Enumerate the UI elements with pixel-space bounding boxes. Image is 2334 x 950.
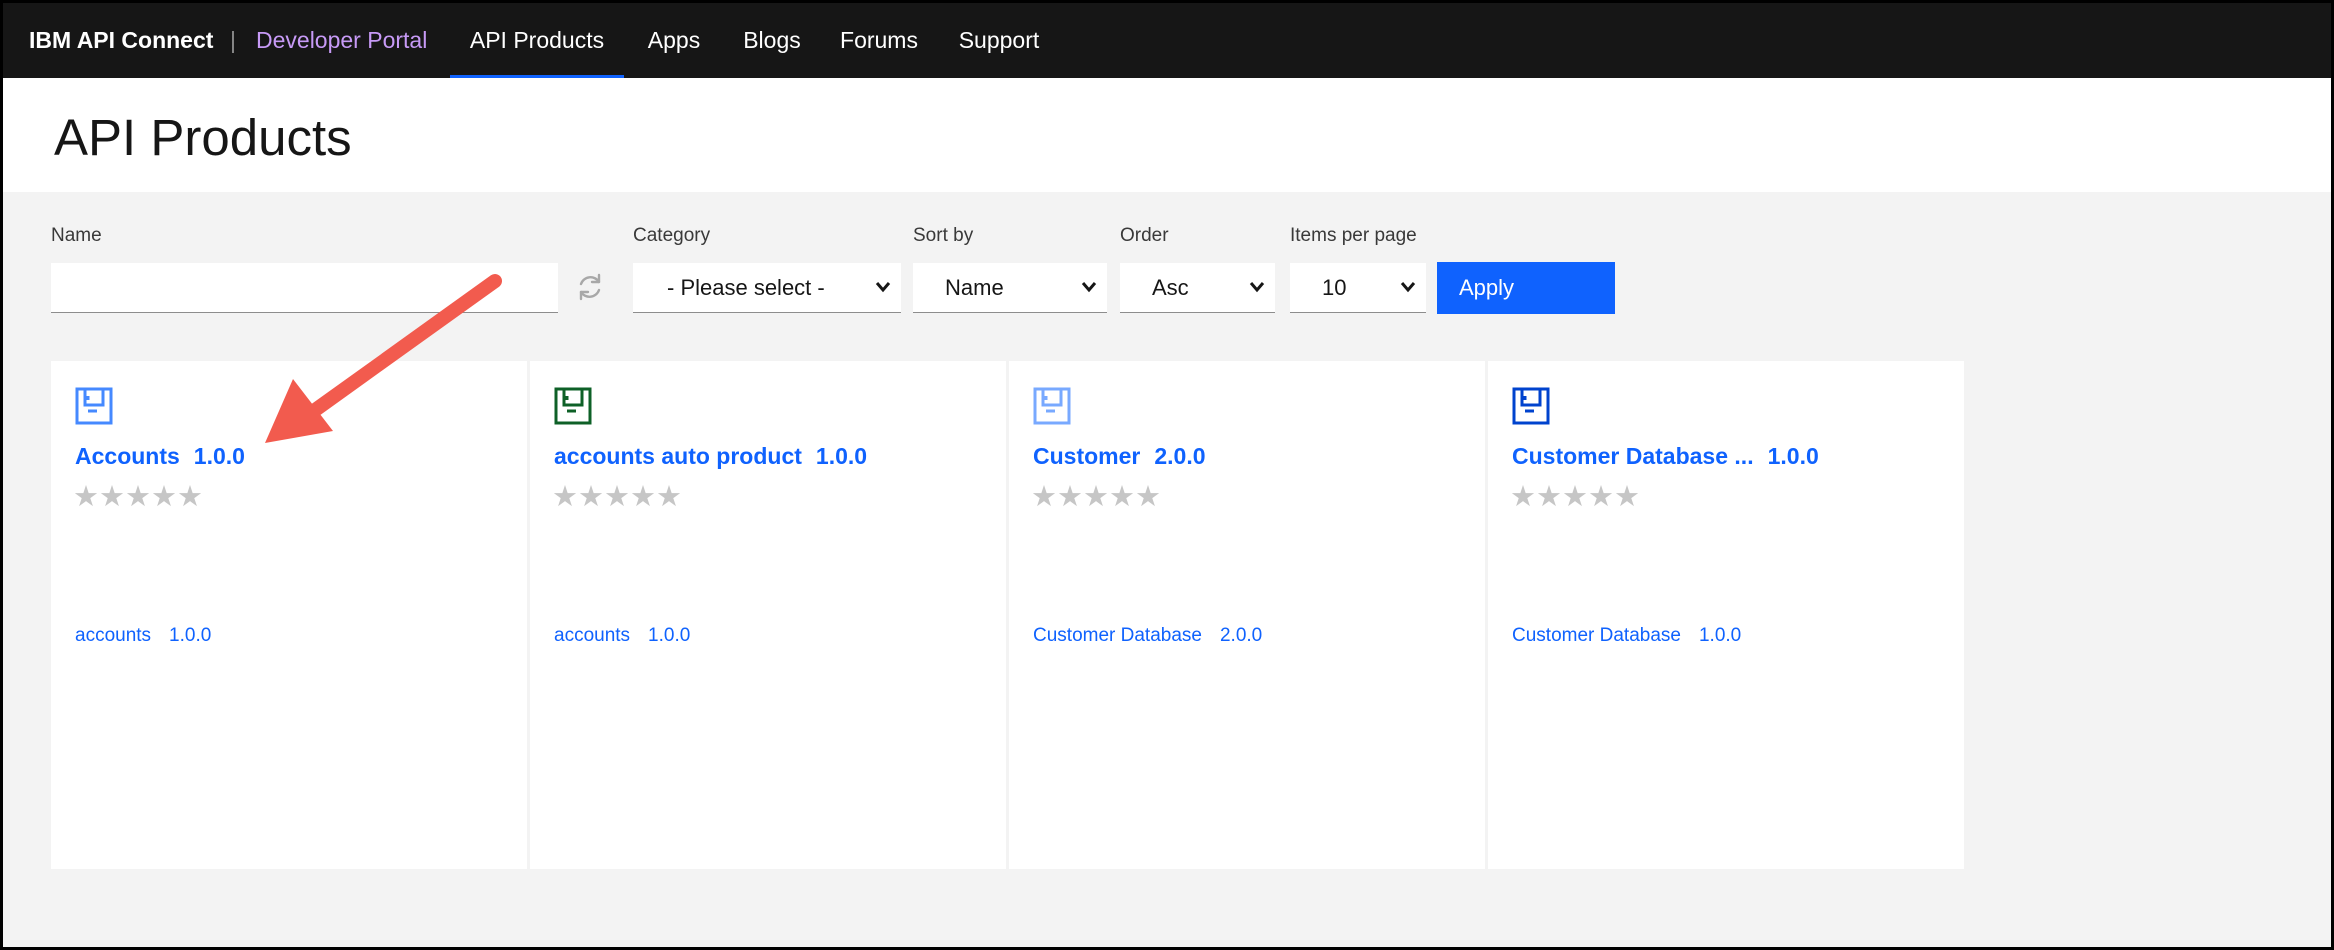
page-title: API Products [54,109,352,166]
brand-separator: | [230,27,236,53]
product-name: Customer Database ... [1512,443,1754,469]
order-select-value: Asc [1152,275,1189,300]
refresh-icon[interactable] [574,271,606,303]
product-version: 1.0.0 [1767,443,1819,469]
api-name: accounts [554,625,631,646]
order-select[interactable]: Asc [1120,263,1275,313]
order-filter-label: Order [1120,225,1169,246]
nav-forums[interactable]: Forums [820,3,938,78]
product-card[interactable]: Customer 2.0.0 ★★★★★ Customer Database 2.0… [1009,361,1485,869]
product-version: 2.0.0 [1154,443,1206,469]
api-version: 1.0.0 [169,625,212,646]
sort-select[interactable]: Name [913,263,1107,313]
page-header: API Products [3,78,2331,192]
chevron-down-icon [1400,282,1416,293]
star-rating[interactable]: ★★★★★ [552,479,682,514]
product-title-link[interactable]: Customer Database ... 1.0.0 [1512,443,1819,470]
app-window: IBM API Connect | Developer Portal API P… [3,3,2331,947]
api-version: 1.0.0 [1698,625,1742,646]
product-name: Accounts [75,443,180,469]
category-select-value: - Please select - [667,275,825,300]
chevron-down-icon [875,282,891,293]
star-rating[interactable]: ★★★★★ [73,479,203,514]
category-filter-label: Category [633,225,711,246]
top-navigation-bar: IBM API Connect | Developer Portal API P… [3,3,2331,78]
product-title-link[interactable]: accounts auto product 1.0.0 [554,443,867,470]
developer-portal-link[interactable]: Developer Portal [256,3,427,78]
nav-apps[interactable]: Apps [624,3,724,78]
api-link[interactable]: Customer Database 1.0.0 [1512,625,1741,647]
product-icon [75,387,113,425]
chevron-down-icon [1249,282,1265,293]
product-icon [554,387,592,425]
product-version: 1.0.0 [815,443,868,469]
star-rating[interactable]: ★★★★★ [1510,479,1640,514]
brand-logo-text[interactable]: IBM API Connect [29,3,213,78]
product-title-link[interactable]: Customer 2.0.0 [1033,443,1206,470]
product-card[interactable]: Customer Database ... 1.0.0 ★★★★★ Custome… [1488,361,1964,869]
nav-api-products[interactable]: API Products [450,3,624,78]
items-per-page-value: 10 [1322,275,1347,300]
nav-support[interactable]: Support [938,3,1060,78]
product-name: Customer [1033,443,1141,469]
name-filter-label: Name [51,225,102,246]
product-card[interactable]: accounts auto product 1.0.0 ★★★★★ account… [530,361,1006,869]
api-link[interactable]: Customer Database 2.0.0 [1033,625,1262,647]
api-version: 2.0.0 [1219,625,1263,646]
api-link[interactable]: accounts 1.0.0 [75,625,211,647]
api-version: 1.0.0 [648,625,691,646]
product-icon [1033,387,1071,425]
api-link[interactable]: accounts 1.0.0 [554,625,690,647]
sort-filter-label: Sort by [913,225,974,246]
apply-button[interactable]: Apply [1437,262,1615,314]
nav-blogs[interactable]: Blogs [724,3,820,78]
api-name: accounts [75,625,152,646]
items-per-page-label: Items per page [1290,225,1417,246]
star-rating[interactable]: ★★★★★ [1031,479,1161,514]
product-version: 1.0.0 [193,443,245,469]
product-name: accounts auto product [554,443,802,469]
sort-select-value: Name [945,275,1004,300]
product-icon [1512,387,1550,425]
api-name: Customer Database [1033,625,1202,646]
chevron-down-icon [1081,282,1097,293]
items-per-page-select[interactable]: 10 [1290,263,1426,313]
annotation-arrow-icon [265,274,502,443]
product-title-link[interactable]: Accounts 1.0.0 [75,443,245,470]
category-select[interactable]: - Please select - [633,263,901,313]
api-name: Customer Database [1512,625,1681,646]
